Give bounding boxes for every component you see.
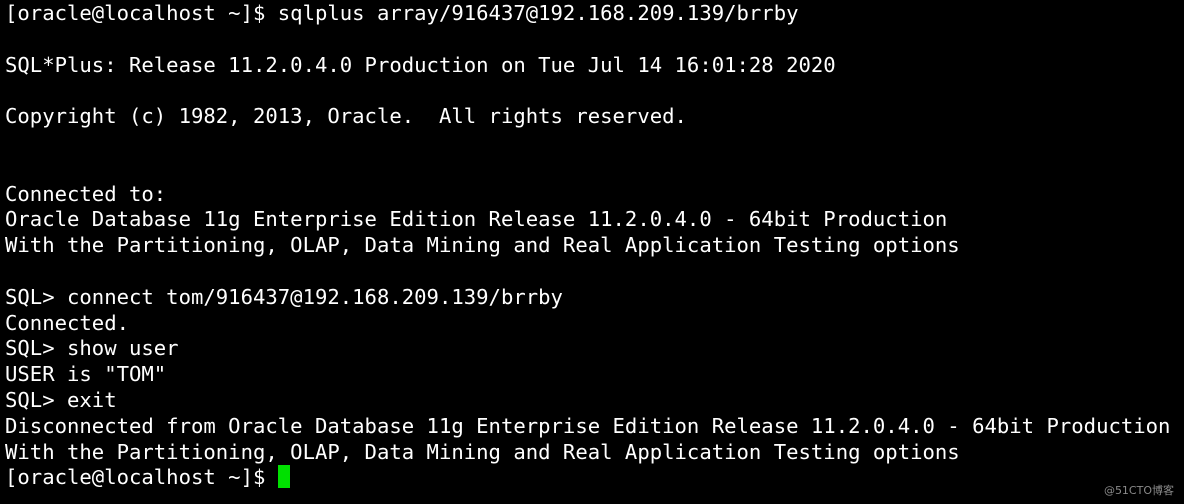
- terminal-line: Oracle Database 11g Enterprise Edition R…: [5, 207, 948, 232]
- terminal-line: SQL> show user: [5, 336, 179, 361]
- terminal-line: With the Partitioning, OLAP, Data Mining…: [5, 233, 960, 258]
- terminal-line: Disconnected from Oracle Database 11g En…: [5, 413, 1171, 438]
- terminal-line: [oracle@localhost ~]$ sqlplus array/9164…: [5, 1, 799, 25]
- watermark: @51CTO博客: [1103, 484, 1174, 497]
- terminal-line: USER is "TOM": [5, 362, 167, 387]
- terminal-line: Connected to:: [5, 181, 167, 206]
- terminal-line: Connected.: [5, 310, 129, 335]
- terminal-line: With the Partitioning, OLAP, Data Mining…: [5, 439, 960, 464]
- terminal-line: SQL> exit: [5, 387, 117, 412]
- terminal-cursor: [277, 465, 290, 489]
- terminal-line: SQL> connect tom/916437@192.168.209.139/…: [5, 284, 563, 309]
- shell-prompt: [oracle@localhost ~]$: [5, 465, 278, 490]
- terminal-prompt-line[interactable]: [oracle@localhost ~]$: [5, 465, 1184, 491]
- terminal-line: Copyright (c) 1982, 2013, Oracle. All ri…: [5, 104, 687, 129]
- terminal-line: SQL*Plus: Release 11.2.0.4.0 Production …: [5, 52, 836, 77]
- terminal-window[interactable]: [oracle@localhost ~]$ sqlplus array/9164…: [0, 0, 1184, 504]
